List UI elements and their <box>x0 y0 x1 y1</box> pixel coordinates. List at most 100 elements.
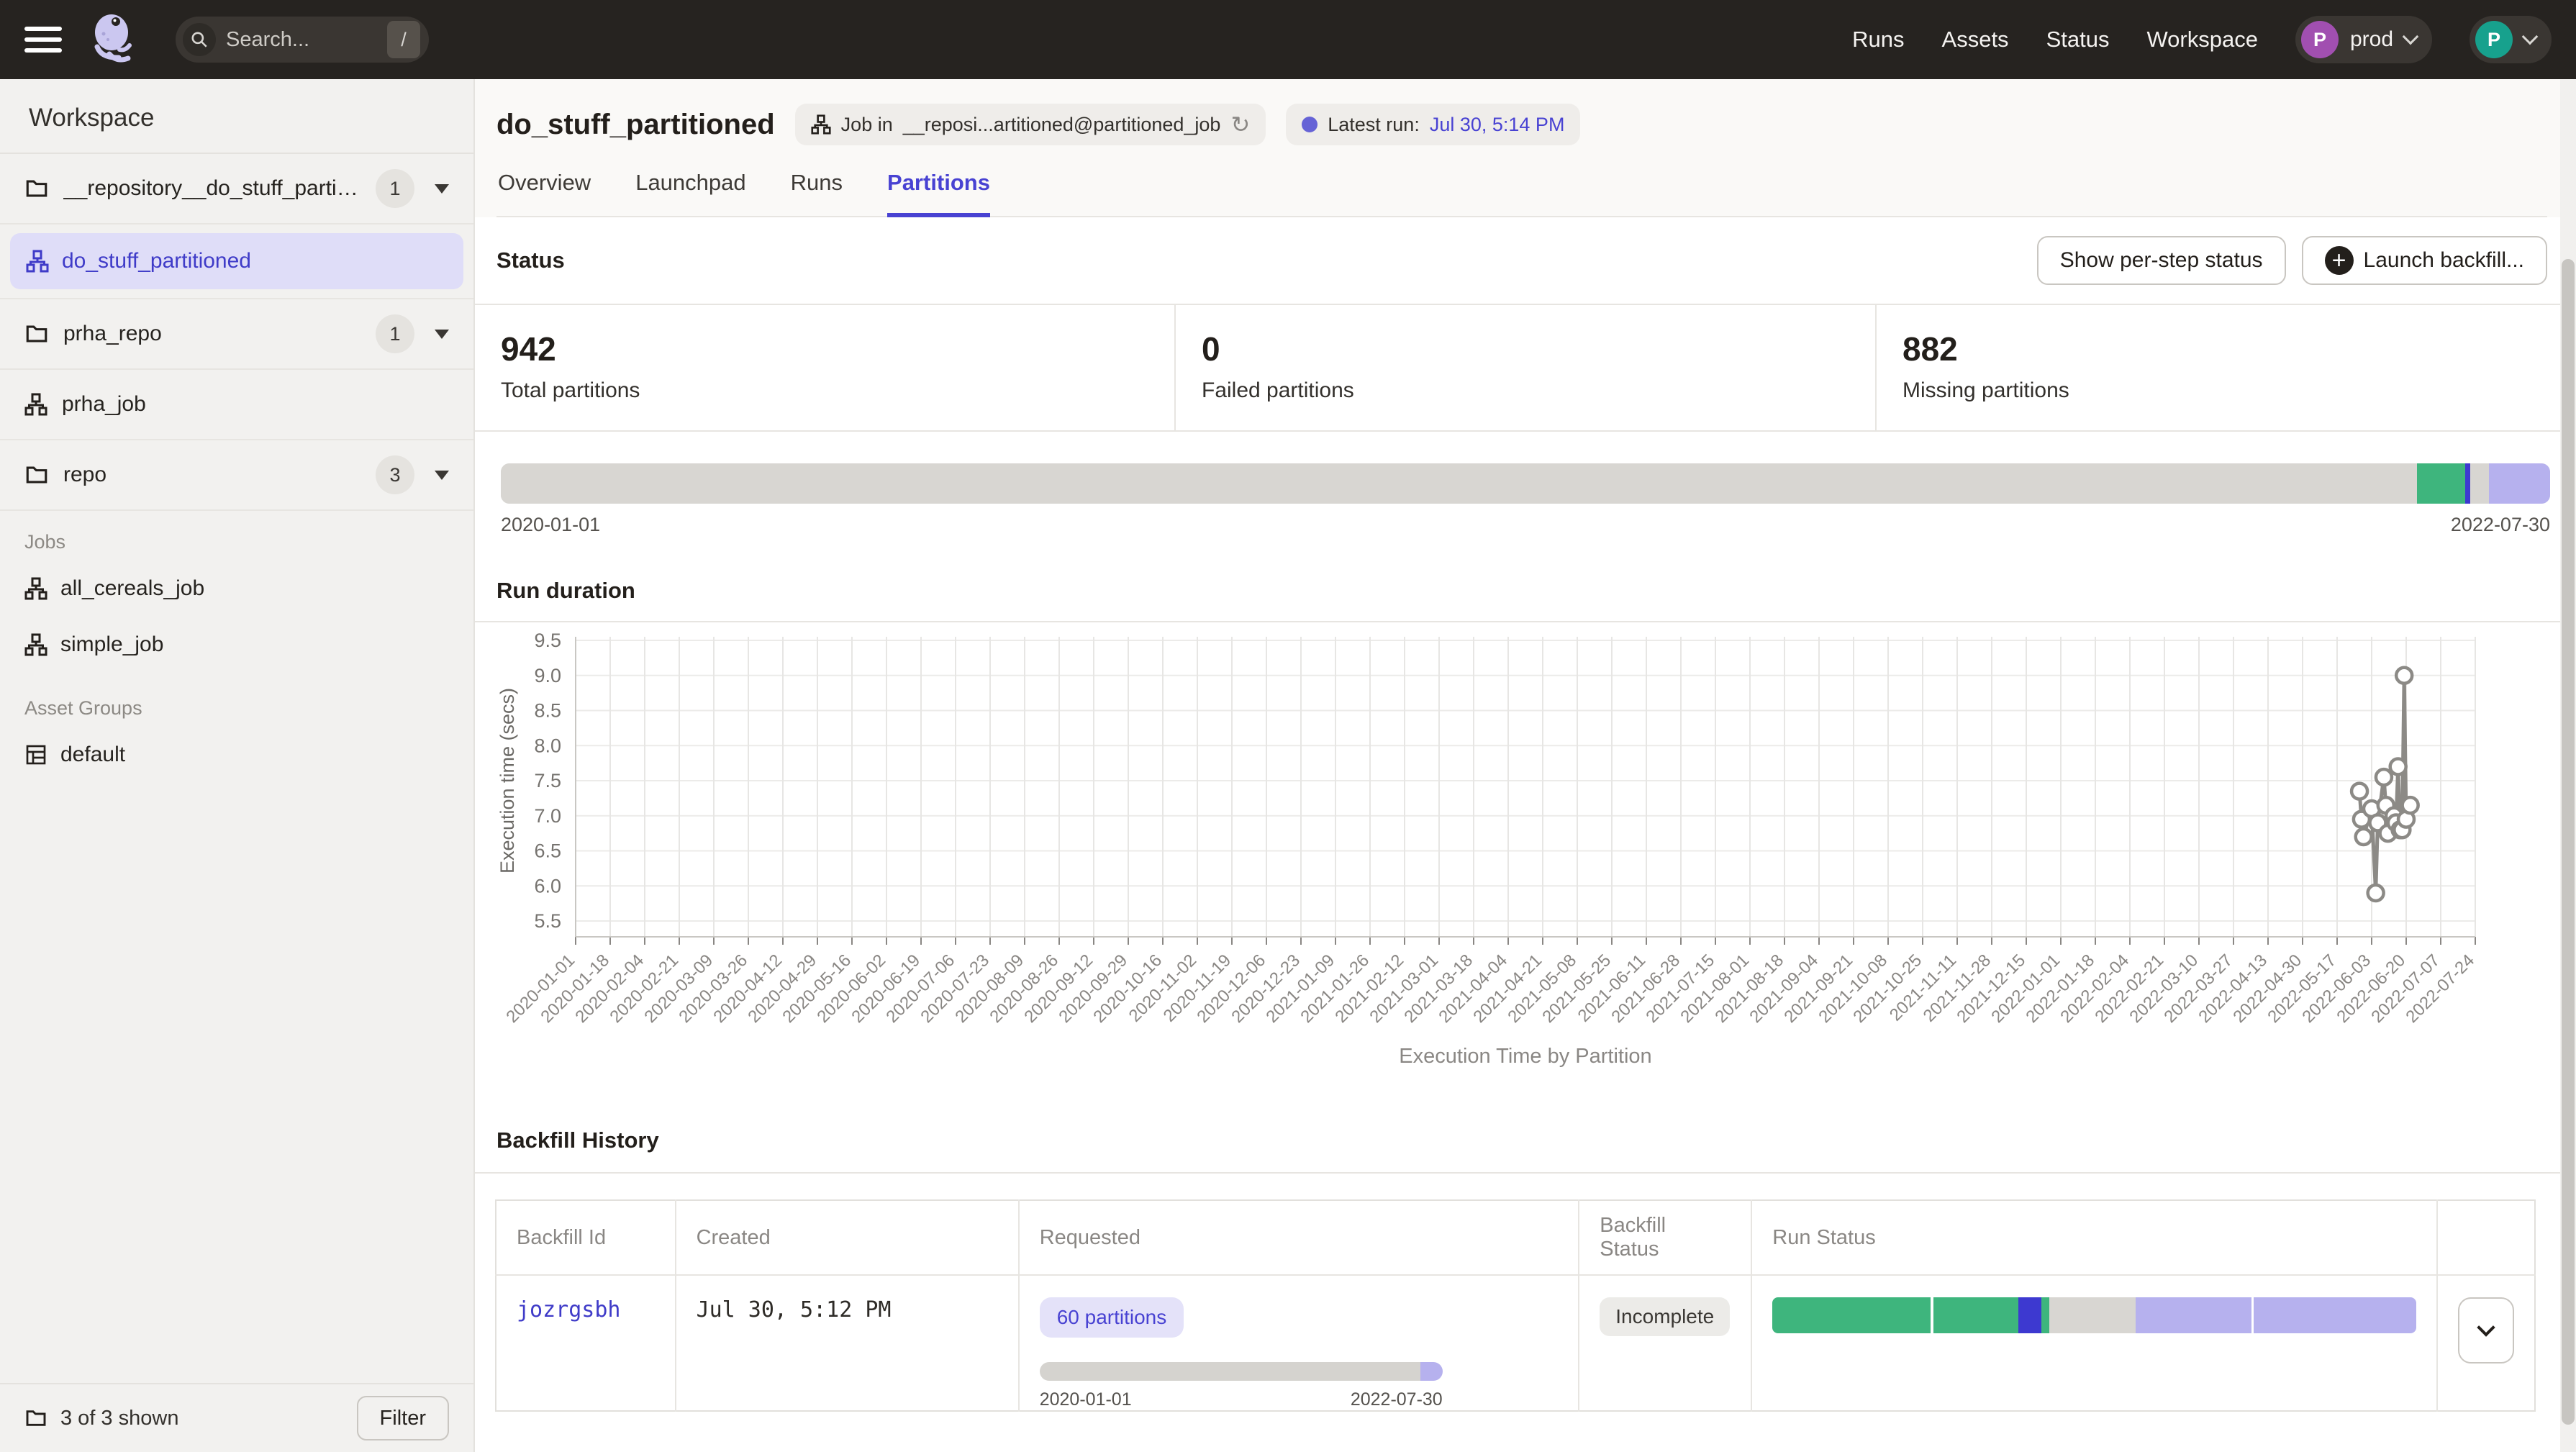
sidebar-item-prha-job[interactable]: prha_job <box>0 370 473 440</box>
svg-text:Execution time (secs): Execution time (secs) <box>496 688 518 874</box>
partition-range-labels: 2020-01-01 2022-07-30 <box>501 514 2550 536</box>
svg-text:9.5: 9.5 <box>534 630 561 651</box>
repo-count-badge: 1 <box>376 169 414 208</box>
dagster-logo-icon[interactable] <box>88 12 138 67</box>
search-bar[interactable]: / <box>176 17 429 63</box>
asset-group-icon <box>24 743 47 766</box>
backfill-history-header: Backfill History <box>475 1089 2576 1172</box>
latest-run-label: Latest run: <box>1328 114 1420 136</box>
requested-partitions-badge[interactable]: 60 partitions <box>1040 1297 1184 1338</box>
stat-missing-partitions: 882 Missing partitions <box>1875 305 2576 430</box>
job-label: prha_job <box>62 392 449 417</box>
latest-run-link[interactable]: Jul 30, 5:14 PM <box>1430 114 1565 136</box>
partition-status-bar[interactable] <box>501 463 2550 504</box>
svg-text:Execution Time by Partition: Execution Time by Partition <box>1399 1045 1651 1068</box>
backfill-created: Jul 30, 5:12 PM <box>697 1297 892 1322</box>
col-backfill-status: Backfill Status <box>1579 1200 1751 1275</box>
stat-total-partitions: 942 Total partitions <box>475 305 1174 430</box>
sidebar-repo-do-stuff[interactable]: __repository__do_stuff_partitio... 1 <box>0 154 473 224</box>
nav-link-assets[interactable]: Assets <box>1942 27 2009 53</box>
col-actions <box>2437 1200 2535 1275</box>
tab-overview[interactable]: Overview <box>498 170 591 217</box>
repo-count-badge: 1 <box>376 314 414 353</box>
tab-partitions[interactable]: Partitions <box>887 170 990 217</box>
backfill-table-wrap: Backfill Id Created Requested Backfill S… <box>495 1199 2536 1412</box>
repo-count-badge: 3 <box>376 455 414 494</box>
repo-label: __repository__do_stuff_partitio... <box>63 176 361 201</box>
svg-text:9.0: 9.0 <box>534 665 561 686</box>
table-row: jozrgsbh Jul 30, 5:12 PM 60 partitions 2… <box>496 1275 2535 1411</box>
sidebar-repo-repo[interactable]: repo 3 <box>0 440 473 511</box>
chevron-down-icon <box>2477 1318 2495 1336</box>
job-icon <box>24 633 47 656</box>
refresh-icon[interactable]: ↻ <box>1230 111 1250 138</box>
range-end: 2022-07-30 <box>2451 514 2550 536</box>
range-start: 2020-01-01 <box>501 514 600 536</box>
col-requested: Requested <box>1019 1200 1579 1275</box>
sidebar-item-all-cereals-job[interactable]: all_cereals_job <box>24 561 449 617</box>
folder-icon <box>24 176 49 201</box>
launch-backfill-button[interactable]: + Launch backfill... <box>2302 236 2547 285</box>
job-icon <box>24 393 47 416</box>
caret-down-icon[interactable] <box>435 184 449 194</box>
run-status-bar[interactable] <box>1772 1297 2416 1333</box>
stat-label: Total partitions <box>501 378 1148 403</box>
sidebar-repo-prha[interactable]: prha_repo 1 <box>0 299 473 370</box>
svg-text:7.0: 7.0 <box>534 805 561 827</box>
backfill-id-link[interactable]: jozrgsbh <box>517 1297 621 1322</box>
caret-down-icon[interactable] <box>435 330 449 339</box>
range-end: 2022-07-30 <box>1351 1389 1443 1410</box>
chevron-down-icon <box>2403 29 2419 45</box>
top-nav: / Runs Assets Status Workspace P prod P <box>0 0 2576 79</box>
range-start: 2020-01-01 <box>1040 1389 1132 1410</box>
repos-shown-count: 3 of 3 shown <box>60 1407 178 1430</box>
jobs-section: Jobs all_cereals_job simple_job <box>0 511 473 677</box>
user-menu[interactable]: P <box>2470 16 2552 63</box>
expand-row-button[interactable] <box>2458 1297 2514 1363</box>
filter-button[interactable]: Filter <box>357 1396 449 1440</box>
requested-range-bar <box>1040 1362 1443 1381</box>
asset-group-label: default <box>60 743 125 767</box>
run-duration-heading: Run duration <box>496 578 635 603</box>
col-run-status: Run Status <box>1751 1200 2437 1275</box>
tab-launchpad[interactable]: Launchpad <box>635 170 745 217</box>
run-duration-chart[interactable]: 9.59.08.58.07.57.06.56.05.52020-01-01202… <box>489 622 2533 1083</box>
workspace-sidebar: Workspace __repository__do_stuff_partiti… <box>0 79 475 1452</box>
nav-link-runs[interactable]: Runs <box>1852 27 1904 53</box>
col-created: Created <box>676 1200 1019 1275</box>
folder-icon <box>24 322 49 346</box>
page-tabs: Overview Launchpad Runs Partitions <box>496 170 2547 217</box>
sidebar-item-default-group[interactable]: default <box>24 727 449 783</box>
menu-icon[interactable] <box>24 27 62 53</box>
job-location-tag: Job in __reposi...artitioned@partitioned… <box>795 104 1266 145</box>
jobs-section-heading: Jobs <box>24 531 449 553</box>
deployment-switcher[interactable]: P prod <box>2295 16 2432 63</box>
nav-link-status[interactable]: Status <box>2046 27 2110 53</box>
job-icon <box>26 250 49 273</box>
sidebar-item-simple-job[interactable]: simple_job <box>24 617 449 673</box>
repo-label: repo <box>63 463 361 487</box>
run-duration-header: Run duration <box>475 536 2576 621</box>
vertical-scrollbar[interactable] <box>2560 79 2576 1452</box>
job-icon <box>24 577 47 600</box>
caret-down-icon[interactable] <box>435 471 449 480</box>
stat-value: 0 <box>1202 330 1849 368</box>
selected-job-label: do_stuff_partitioned <box>62 249 251 273</box>
svg-text:7.5: 7.5 <box>534 770 561 791</box>
tab-runs[interactable]: Runs <box>791 170 843 217</box>
job-location-link[interactable]: __reposi...artitioned@partitioned_job <box>903 114 1221 136</box>
show-per-step-label: Show per-step status <box>2060 248 2263 273</box>
job-tag-prefix: Job in <box>841 114 893 136</box>
page-header: do_stuff_partitioned Job in __reposi...a… <box>475 79 2576 217</box>
divider <box>475 1172 2576 1174</box>
scrollbar-thumb[interactable] <box>2562 259 2575 1425</box>
job-icon <box>811 114 831 135</box>
run-status-dot <box>1302 117 1318 132</box>
svg-text:8.0: 8.0 <box>534 735 561 756</box>
table-header-row: Backfill Id Created Requested Backfill S… <box>496 1200 2535 1275</box>
asset-groups-heading: Asset Groups <box>24 697 449 720</box>
search-input[interactable] <box>226 28 377 52</box>
nav-link-workspace[interactable]: Workspace <box>2146 27 2258 53</box>
sidebar-item-do-stuff-partitioned-selected[interactable]: do_stuff_partitioned <box>10 233 463 289</box>
show-per-step-status-button[interactable]: Show per-step status <box>2037 236 2286 285</box>
